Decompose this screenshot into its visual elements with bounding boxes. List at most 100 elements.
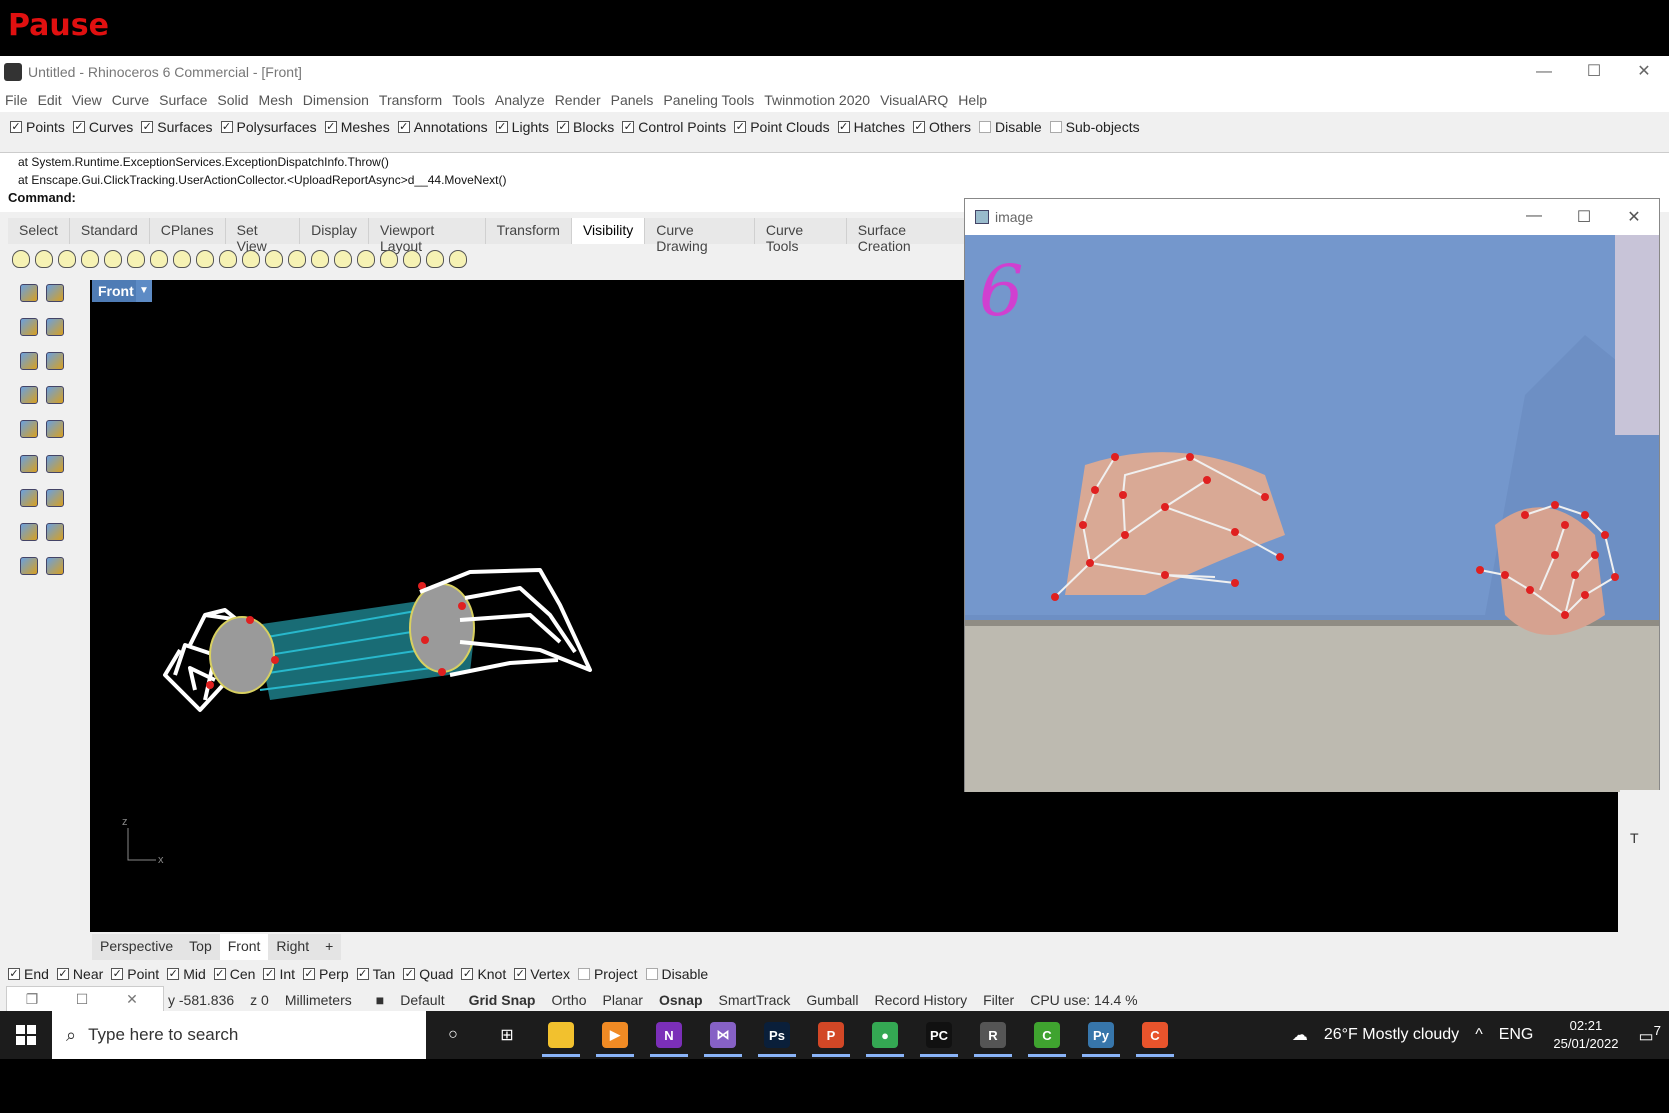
osnap-checkbox[interactable]: ✓ — [461, 968, 474, 980]
filter-checkbox[interactable] — [978, 121, 991, 133]
status-toggle-ortho[interactable]: Ortho — [543, 992, 594, 1008]
menu-solid[interactable]: Solid — [212, 92, 253, 108]
drawing-tool-icon[interactable] — [46, 488, 64, 507]
filter-blocks[interactable]: ✓ Blocks — [557, 119, 614, 135]
viewport-tab-front[interactable]: Front — [219, 934, 269, 960]
tab-surface-creation[interactable]: Surface Creation — [847, 218, 968, 254]
drawing-tool-icon[interactable] — [46, 284, 64, 302]
visibility-tool-icon[interactable] — [81, 250, 99, 268]
tab-curve-tools[interactable]: Curve Tools — [755, 218, 847, 254]
filter-hatches[interactable]: ✓ Hatches — [837, 119, 905, 135]
menu-tools[interactable]: Tools — [447, 92, 490, 108]
taskbar-camtasia[interactable]: C — [1020, 1011, 1074, 1059]
tab-standard[interactable]: Standard — [70, 218, 150, 244]
filter-checkbox[interactable]: ✓ — [397, 121, 410, 133]
tab-visibility[interactable]: Visibility — [571, 218, 646, 244]
drawing-tool-icon[interactable] — [46, 352, 64, 371]
image-minimize-button[interactable]: — — [1509, 207, 1559, 227]
drawing-tool-icon[interactable] — [20, 386, 38, 405]
maximize-button[interactable]: ☐ — [1569, 56, 1619, 88]
visibility-tool-icon[interactable] — [173, 250, 191, 268]
menu-twinmotion-2020[interactable]: Twinmotion 2020 — [759, 92, 875, 108]
viewport-menu-icon[interactable]: ▼ — [136, 280, 152, 302]
osnap-project[interactable]: Project — [577, 966, 638, 982]
filter-lights[interactable]: ✓ Lights — [495, 119, 549, 135]
osnap-checkbox[interactable] — [645, 968, 658, 980]
filter-meshes[interactable]: ✓ Meshes — [324, 119, 390, 135]
osnap-checkbox[interactable]: ✓ — [263, 968, 276, 980]
minimize-button[interactable]: — — [1519, 56, 1569, 88]
filter-points[interactable]: ✓ Points — [10, 119, 65, 135]
drawing-tool-icon[interactable] — [20, 420, 38, 439]
filter-checkbox[interactable]: ✓ — [557, 121, 570, 133]
viewport-tab-perspective[interactable]: Perspective — [92, 934, 181, 960]
cortana-button[interactable]: ○ — [426, 1011, 480, 1059]
osnap-checkbox[interactable]: ✓ — [8, 968, 20, 980]
visibility-tool-icon[interactable] — [357, 250, 375, 268]
filter-checkbox[interactable]: ✓ — [324, 121, 337, 133]
menu-analyze[interactable]: Analyze — [490, 92, 550, 108]
osnap-disable[interactable]: Disable — [645, 966, 708, 982]
tab-viewport-layout[interactable]: Viewport Layout — [369, 218, 486, 254]
drawing-tool-icon[interactable] — [46, 386, 64, 405]
osnap-end[interactable]: ✓ End — [8, 966, 49, 982]
visibility-tool-icon[interactable] — [311, 250, 329, 268]
status-units[interactable]: Millimeters — [277, 992, 360, 1008]
drawing-tool-icon[interactable] — [46, 318, 64, 337]
status-toggle-grid-snap[interactable]: Grid Snap — [461, 992, 544, 1008]
drawing-tool-icon[interactable] — [46, 420, 64, 439]
viewport-tab-right[interactable]: Right — [268, 934, 317, 960]
osnap-checkbox[interactable]: ✓ — [167, 968, 180, 980]
visibility-tool-icon[interactable] — [426, 250, 444, 268]
menu-surface[interactable]: Surface — [154, 92, 212, 108]
visibility-tool-icon[interactable] — [196, 250, 214, 268]
drawing-tool-icon[interactable] — [20, 352, 38, 371]
tab-set-view[interactable]: Set View — [226, 218, 301, 254]
visibility-tool-icon[interactable] — [242, 250, 260, 268]
taskbar-pycharm[interactable]: PC — [912, 1011, 966, 1059]
visibility-tool-icon[interactable] — [219, 250, 237, 268]
menu-edit[interactable]: Edit — [33, 92, 67, 108]
taskbar-photoshop[interactable]: Ps — [750, 1011, 804, 1059]
menu-help[interactable]: Help — [953, 92, 992, 108]
status-toggle-gumball[interactable]: Gumball — [798, 992, 866, 1008]
taskbar-rhino[interactable]: R — [966, 1011, 1020, 1059]
drawing-tool-icon[interactable] — [46, 522, 64, 541]
osnap-checkbox[interactable]: ✓ — [356, 968, 369, 980]
menu-paneling-tools[interactable]: Paneling Tools — [658, 92, 759, 108]
taskbar-recorder[interactable]: C — [1128, 1011, 1182, 1059]
filter-checkbox[interactable]: ✓ — [72, 121, 85, 133]
taskbar-search[interactable]: ⌕ Type here to search — [52, 1011, 426, 1059]
visibility-tool-icon[interactable] — [12, 250, 30, 268]
filter-point-clouds[interactable]: ✓ Point Clouds — [734, 119, 830, 135]
osnap-checkbox[interactable]: ✓ — [514, 968, 527, 980]
mini-maximize-button[interactable]: ☐ — [57, 987, 107, 1011]
menu-curve[interactable]: Curve — [107, 92, 154, 108]
visibility-tool-icon[interactable] — [380, 250, 398, 268]
osnap-perp[interactable]: ✓ Perp — [303, 966, 349, 982]
osnap-tan[interactable]: ✓ Tan — [356, 966, 395, 982]
status-toggle-osnap[interactable]: Osnap — [651, 992, 711, 1008]
osnap-checkbox[interactable]: ✓ — [213, 968, 226, 980]
language-indicator[interactable]: ENG — [1491, 1026, 1542, 1044]
clock[interactable]: 02:21 25/01/2022 — [1541, 1017, 1630, 1053]
mini-restore-button[interactable]: ❐ — [7, 987, 57, 1011]
taskbar-powerpoint[interactable]: P — [804, 1011, 858, 1059]
tab-display[interactable]: Display — [300, 218, 370, 244]
taskbar-file-explorer[interactable] — [534, 1011, 588, 1059]
menu-panels[interactable]: Panels — [606, 92, 659, 108]
filter-checkbox[interactable]: ✓ — [734, 121, 747, 133]
osnap-knot[interactable]: ✓ Knot — [461, 966, 506, 982]
visibility-tool-icon[interactable] — [35, 250, 53, 268]
notification-icon[interactable]: ▭7 — [1630, 1023, 1669, 1046]
image-close-button[interactable]: ✕ — [1609, 207, 1659, 227]
tab-transform[interactable]: Transform — [486, 218, 572, 244]
filter-checkbox[interactable]: ✓ — [837, 121, 850, 133]
filter-checkbox[interactable]: ✓ — [495, 121, 508, 133]
visibility-tool-icon[interactable] — [403, 250, 421, 268]
menu-view[interactable]: View — [67, 92, 107, 108]
filter-control-points[interactable]: ✓ Control Points — [622, 119, 726, 135]
visibility-tool-icon[interactable] — [334, 250, 352, 268]
drawing-tool-icon[interactable] — [20, 556, 38, 575]
add-viewport-tab-button[interactable]: + — [317, 934, 341, 960]
